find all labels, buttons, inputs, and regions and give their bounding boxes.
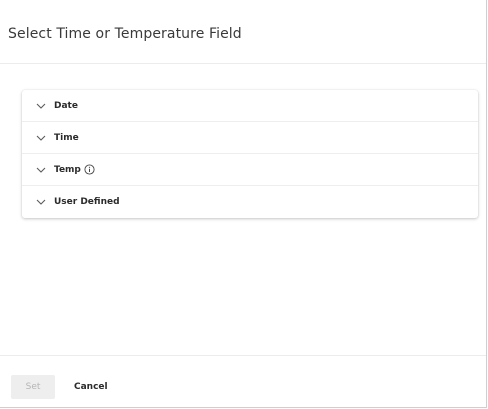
info-icon[interactable]: [84, 164, 95, 175]
accordion-item-time[interactable]: Time: [22, 122, 478, 154]
dialog-title: Select Time or Temperature Field: [8, 26, 242, 42]
accordion-item-label: Time: [54, 132, 79, 143]
set-button[interactable]: Set: [11, 375, 55, 399]
chevron-down-icon: [35, 132, 47, 144]
accordion-item-label: Temp: [54, 164, 81, 175]
chevron-down-icon: [35, 100, 47, 112]
accordion-item-user-defined[interactable]: User Defined: [22, 186, 478, 218]
chevron-down-icon: [35, 196, 47, 208]
dialog-header: Select Time or Temperature Field: [0, 0, 486, 64]
field-accordion: Date Time Temp User Defined: [22, 90, 478, 218]
select-field-dialog: Select Time or Temperature Field Date Ti…: [0, 0, 487, 408]
dialog-footer: Set Cancel: [0, 355, 486, 407]
accordion-item-label: Date: [54, 100, 78, 111]
accordion-item-date[interactable]: Date: [22, 90, 478, 122]
cancel-button[interactable]: Cancel: [64, 375, 118, 399]
accordion-item-temp[interactable]: Temp: [22, 154, 478, 186]
chevron-down-icon: [35, 164, 47, 176]
accordion-item-label: User Defined: [54, 197, 120, 207]
